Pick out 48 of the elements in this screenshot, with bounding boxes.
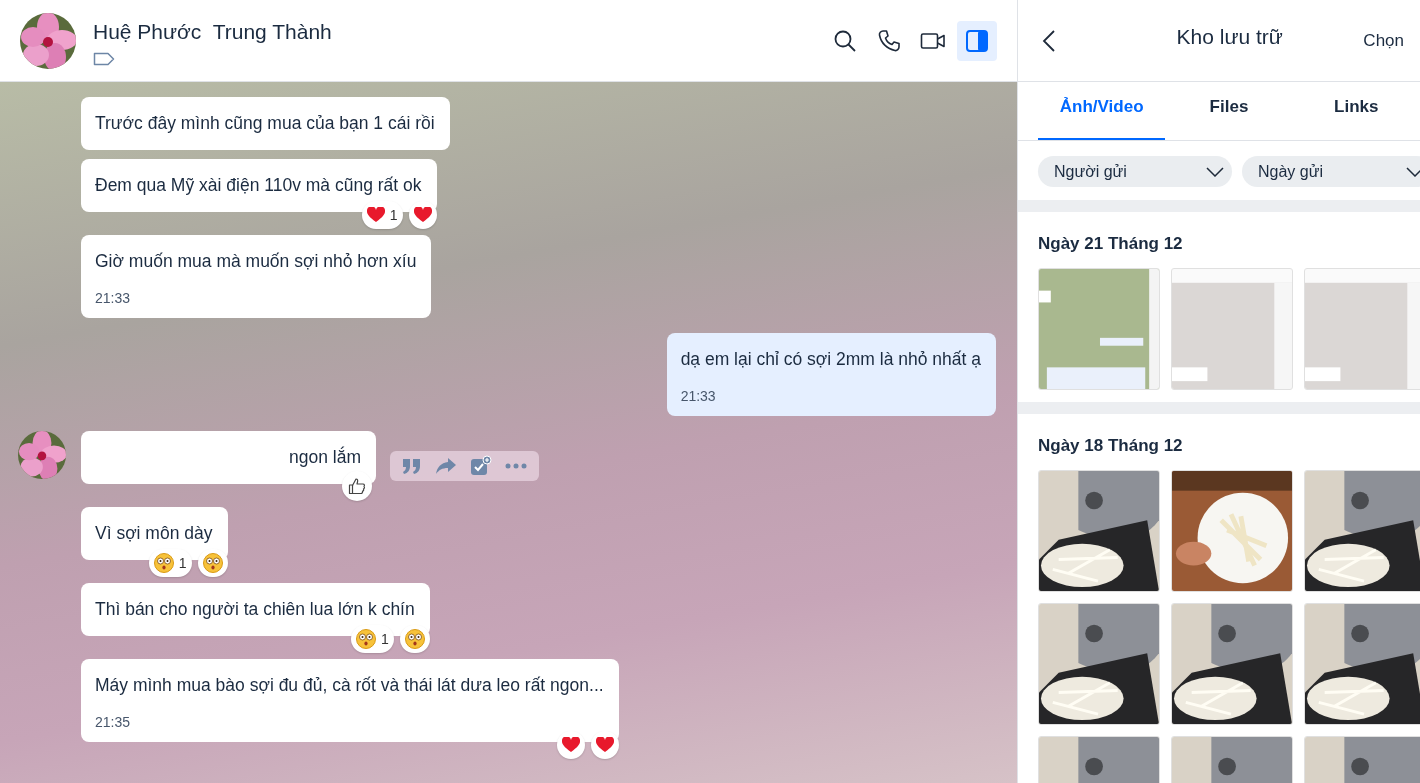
reaction-chip[interactable] xyxy=(197,549,228,577)
reaction-chip[interactable] xyxy=(399,625,430,653)
message-time: 21:33 xyxy=(95,290,132,306)
select-button[interactable]: Chọn xyxy=(1363,26,1404,55)
heart-icon xyxy=(366,207,385,223)
reaction-chip[interactable]: 1 xyxy=(350,625,394,653)
shocked-face-icon xyxy=(404,629,425,649)
shocked-face-icon xyxy=(202,553,223,573)
back-icon[interactable] xyxy=(1042,28,1056,53)
tag-icon[interactable] xyxy=(93,51,115,66)
message-text: Máy mình mua bào sợi đu đủ, cà rốt và thái lát dưa leo rất ngon... xyxy=(95,675,604,696)
shocked-face-icon xyxy=(153,553,174,573)
date-heading: Ngày 18 Tháng 12 xyxy=(1038,436,1184,456)
filter-dropdown[interactable]: Ngày gửi xyxy=(1242,156,1420,187)
message-time: 21:33 xyxy=(680,388,717,404)
heart-icon xyxy=(413,207,432,223)
like-button[interactable] xyxy=(342,471,372,501)
chevron-down-icon xyxy=(1206,166,1224,177)
panel-title: Kho lưu trữ xyxy=(1175,24,1284,49)
tab[interactable]: Files xyxy=(1165,82,1293,140)
heart-icon xyxy=(595,737,614,753)
search-icon xyxy=(833,28,857,53)
task-icon[interactable] xyxy=(470,455,492,477)
reaction-chip[interactable]: 1 xyxy=(361,201,403,229)
shocked-face-icon xyxy=(355,629,376,649)
thumbs-up-icon xyxy=(348,477,366,495)
reaction-chip[interactable]: 1 xyxy=(148,549,192,577)
chevron-down-icon xyxy=(1406,166,1420,177)
filter-dropdown[interactable]: Người gửi xyxy=(1038,156,1232,187)
tab[interactable]: Ảnh/Video xyxy=(1038,82,1166,140)
message-text: dạ em lại chỉ có sợi 2mm là nhỏ nhất ạ xyxy=(680,349,981,370)
message-text: Giờ muốn mua mà muốn sợi nhỏ hơn xíu xyxy=(95,251,417,272)
date-heading: Ngày 21 Tháng 12 xyxy=(1038,234,1184,254)
reaction-chip[interactable] xyxy=(590,731,619,759)
message-text: Trước đây mình cũng mua của bạn 1 cái rồi xyxy=(95,113,435,134)
side-panel-button[interactable] xyxy=(957,20,997,61)
reaction-chip[interactable] xyxy=(556,731,585,759)
message-text: Thì bán cho người ta chiên lua lớn k chín xyxy=(95,599,415,620)
reaction-chip[interactable] xyxy=(408,201,437,229)
message-text: Vì sợi môn dày xyxy=(95,523,213,544)
contact-name: Huệ Phước Trung Thành xyxy=(93,19,333,44)
message-text: ngon lắm xyxy=(289,447,361,468)
tab[interactable]: Links xyxy=(1292,82,1420,140)
message-text: Đem qua Mỹ xài điện 110v mà cũng rất ok xyxy=(95,175,422,196)
message-time: 21:35 xyxy=(95,714,132,730)
side-panel-icon xyxy=(966,29,988,52)
heart-icon xyxy=(561,737,580,753)
phone-icon xyxy=(877,28,901,53)
